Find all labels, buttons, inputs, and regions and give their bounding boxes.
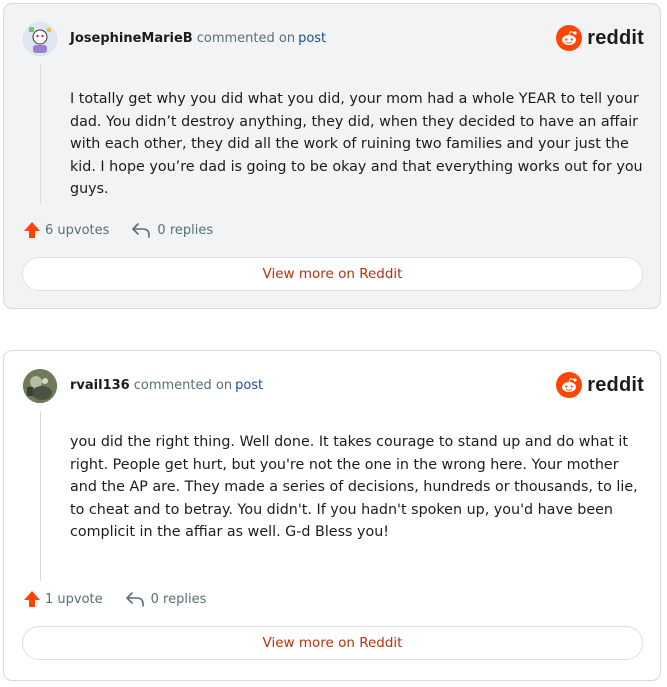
reddit-wordmark: reddit	[587, 26, 644, 49]
reply-action[interactable]: 0 replies	[131, 221, 213, 239]
comment-body: you did the right thing. Well done. It t…	[70, 434, 638, 540]
upvote-action[interactable]: 1 upvote	[23, 590, 103, 608]
thread-line[interactable]	[40, 411, 41, 581]
user-avatar[interactable]	[23, 369, 57, 403]
comment-header: JosephineMarieB commented on post	[70, 31, 326, 46]
user-avatar[interactable]	[23, 22, 57, 56]
reddit-wordmark: reddit	[587, 373, 644, 396]
comment-actions: 1 upvote 0 replies	[23, 590, 206, 608]
reply-action[interactable]: 0 replies	[125, 590, 207, 608]
comment-body: I totally get why you did what you did, …	[70, 91, 643, 197]
reply-count: 0 replies	[157, 222, 214, 238]
reddit-logo[interactable]: reddit	[556, 372, 644, 398]
upvote-action[interactable]: 6 upvotes	[23, 221, 109, 239]
thread-line[interactable]	[40, 64, 41, 204]
comment-actions: 6 upvotes 0 replies	[23, 221, 213, 239]
comment-card: JosephineMarieB commented on post reddit I…	[3, 3, 661, 309]
view-more-button[interactable]: View more on Reddit	[22, 626, 643, 660]
comment-card: rvail136 commented on post reddit you did …	[3, 350, 661, 681]
commented-on-text: commented on	[133, 378, 233, 393]
reddit-snoo-icon	[556, 25, 583, 51]
post-link[interactable]: post	[235, 378, 263, 393]
upvote-count: 6 upvotes	[45, 222, 110, 238]
upvote-count: 1 upvote	[45, 591, 103, 607]
comment-header: rvail136 commented on post	[70, 378, 263, 393]
username[interactable]: JosephineMarieB	[70, 31, 193, 46]
view-more-button[interactable]: View more on Reddit	[22, 257, 643, 291]
upvote-arrow-icon	[24, 222, 40, 238]
avatar-image	[23, 369, 57, 403]
avatar-image	[23, 22, 57, 56]
commented-on-text: commented on	[196, 31, 296, 46]
reply-arrow-icon	[125, 592, 144, 607]
post-link[interactable]: post	[298, 31, 326, 46]
upvote-arrow-icon	[24, 591, 40, 607]
reply-count: 0 replies	[150, 591, 207, 607]
username[interactable]: rvail136	[70, 378, 130, 393]
reddit-logo[interactable]: reddit	[556, 25, 644, 51]
reddit-snoo-icon	[556, 372, 583, 398]
reply-arrow-icon	[132, 223, 151, 238]
